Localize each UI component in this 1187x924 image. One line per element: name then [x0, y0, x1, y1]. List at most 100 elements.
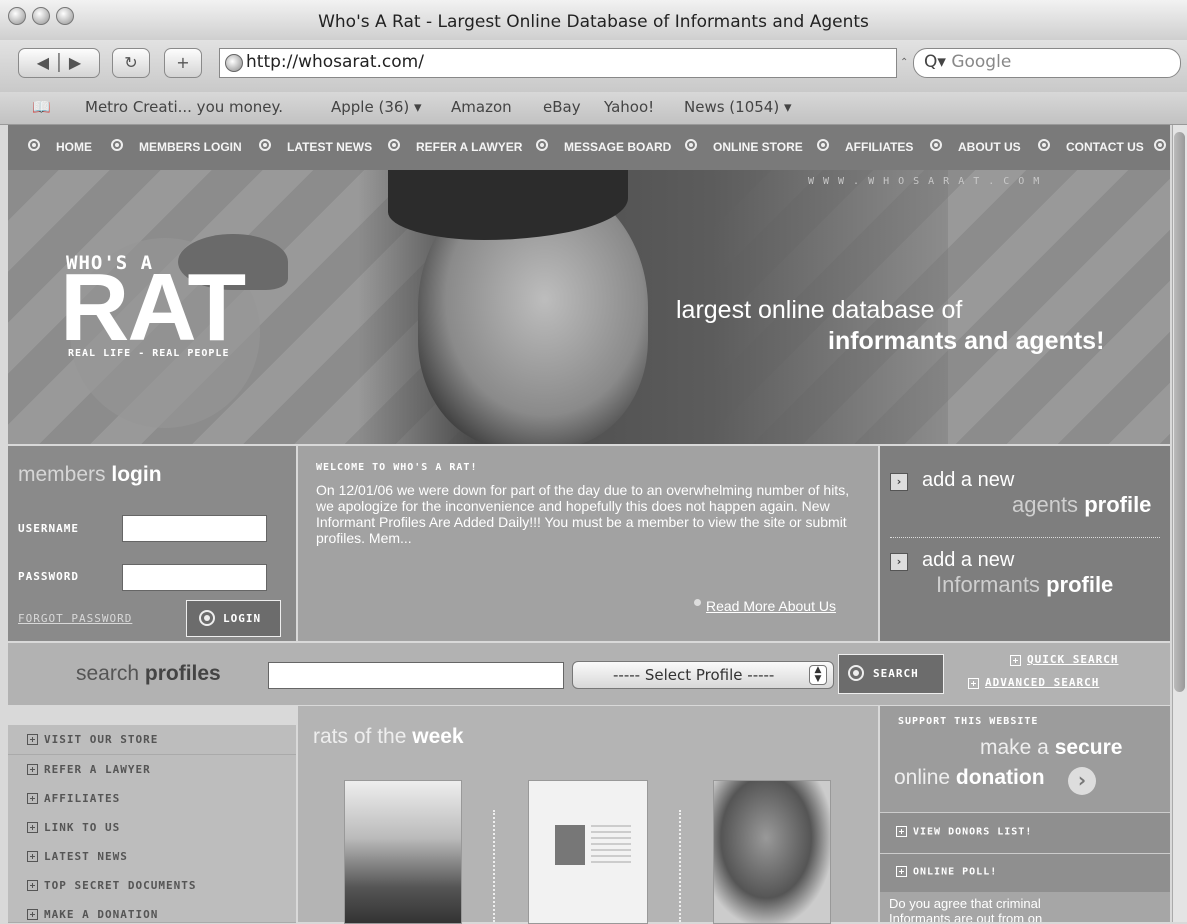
add-profile-divider [890, 537, 1160, 538]
username-input[interactable] [122, 515, 267, 542]
sidebar-link-latest-news[interactable]: LATEST NEWS [8, 842, 296, 872]
advanced-search-label: ADVANCED SEARCH [985, 676, 1100, 689]
rats-title-bold: week [412, 725, 464, 748]
login-title-bold: login [111, 463, 162, 486]
window-title: Who's A Rat - Largest Online Database of… [318, 12, 869, 32]
add-agent-line1[interactable]: add a new [922, 469, 1014, 492]
add-agent-light: agents [1012, 492, 1079, 517]
online-poll-link[interactable]: ONLINE POLL! [896, 866, 997, 878]
poll-question: Do you agree that criminal Informants ar… [889, 896, 1043, 922]
advanced-search-link[interactable]: ADVANCED SEARCH [968, 676, 1099, 689]
nav-members-login[interactable]: MEMBERS LOGIN [139, 140, 242, 154]
nav-online-store[interactable]: ONLINE STORE [713, 140, 803, 154]
sidebar-link-label: LINK TO US [44, 821, 121, 834]
forgot-password-link[interactable]: FORGOT PASSWORD [18, 612, 132, 625]
arrow-right-icon[interactable]: › [890, 473, 908, 491]
sidebar-link-top-secret[interactable]: TOP SECRET DOCUMENTS [8, 871, 296, 901]
search-button-label: SEARCH [873, 667, 919, 680]
sidebar-link-label: REFER A LAWYER [44, 763, 151, 776]
login-title-light: members [18, 463, 106, 486]
sidebar-link-label: LATEST NEWS [44, 850, 128, 863]
rats-divider [679, 810, 681, 922]
donate-arrow-icon[interactable]: › [1068, 767, 1096, 795]
plus-box-icon [27, 822, 38, 833]
bookmark-item[interactable]: eBay [543, 98, 581, 116]
donation-line2-bold: donation [955, 766, 1045, 789]
donation-line-1[interactable]: make a secure [980, 736, 1122, 760]
welcome-heading: WELCOME TO WHO'S A RAT! [316, 462, 478, 473]
login-radio-icon [199, 610, 215, 626]
bookmark-item[interactable]: Apple (36) ▾ [331, 98, 422, 116]
nav-message-board[interactable]: MESSAGE BOARD [564, 140, 671, 154]
login-title: members login [18, 463, 162, 487]
online-poll-label: ONLINE POLL! [913, 866, 998, 878]
rat-photo-3[interactable] [713, 780, 831, 924]
donation-line-2[interactable]: online donation [894, 766, 1045, 790]
back-forward-button[interactable]: ◀ │ ▶ [18, 48, 100, 78]
search-magnifier-icon[interactable]: Q▾ [924, 52, 946, 72]
profile-type-select[interactable]: ----- Select Profile ----- ▲ ▼ [572, 661, 834, 689]
rats-title: rats of the week [313, 725, 464, 749]
sidebar-link-label: VISIT OUR STORE [44, 733, 159, 746]
logo-subtitle: REAL LIFE - REAL PEOPLE [68, 348, 230, 359]
forward-arrow-icon[interactable]: ▶ [69, 53, 81, 72]
profile-select-value: ----- Select Profile ----- [613, 666, 775, 684]
sidebar-link-make-donation[interactable]: MAKE A DONATION [8, 900, 296, 923]
search-profiles-title: search profiles [76, 662, 221, 686]
add-agent-profile-link[interactable]: agents profile [1012, 492, 1151, 518]
support-heading: SUPPORT THIS WEBSITE [898, 716, 1039, 727]
nav-latest-news[interactable]: LATEST NEWS [287, 140, 372, 154]
password-input[interactable] [122, 564, 267, 591]
read-more-link[interactable]: Read More About Us [706, 598, 836, 614]
nav-bullet-icon [930, 139, 942, 151]
sidebar-link-link-to-us[interactable]: LINK TO US [8, 813, 296, 843]
reload-button[interactable]: ↻ [112, 48, 150, 78]
nav-home[interactable]: HOME [56, 140, 92, 154]
nav-bullet-icon [685, 139, 697, 151]
document-text-lines [591, 825, 631, 865]
plus-box-icon [968, 677, 979, 689]
donors-list-link[interactable]: VIEW DONORS LIST! [896, 826, 1032, 838]
rat-photo-1[interactable] [344, 780, 462, 924]
bookmark-item[interactable]: Metro Creati... you money. [85, 98, 283, 116]
password-label: PASSWORD [18, 570, 79, 583]
bookmark-item[interactable]: Yahoo! [604, 98, 654, 116]
add-informant-light: Informants [936, 572, 1040, 597]
address-url[interactable]: http://whosarat.com/ [246, 52, 424, 72]
rat-document-2[interactable] [528, 780, 648, 924]
banner-tagline-1: largest online database of [676, 296, 963, 324]
search-profiles-input[interactable] [268, 662, 564, 689]
donors-list-label: VIEW DONORS LIST! [913, 826, 1033, 838]
add-bookmark-button[interactable]: + [164, 48, 202, 78]
bookmark-item[interactable]: News (1054) ▾ [684, 98, 791, 116]
add-informant-line1[interactable]: add a new [922, 549, 1014, 572]
rss-arrow-icon: ⌃ [900, 57, 909, 68]
bookmarks-book-icon[interactable]: 📖 [32, 98, 51, 116]
nav-contact-us[interactable]: CONTACT US [1066, 140, 1144, 154]
search-button[interactable]: SEARCH [838, 654, 944, 694]
plus-box-icon [27, 909, 38, 920]
back-arrow-icon[interactable]: ◀ [37, 53, 49, 72]
nav-bullet-icon [28, 139, 40, 151]
banner-tagline-2: informants and agents! [828, 327, 1105, 355]
add-informant-profile-link[interactable]: Informants profile [936, 572, 1113, 598]
plus-icon: + [176, 53, 190, 72]
plus-box-icon [1010, 654, 1021, 666]
login-button[interactable]: LOGIN [186, 600, 281, 637]
sidebar-link-visit-store[interactable]: VISIT OUR STORE [8, 725, 296, 755]
sidebar-link-label: TOP SECRET DOCUMENTS [44, 879, 197, 892]
nav-about-us[interactable]: ABOUT US [958, 140, 1021, 154]
sidebar-link-label: AFFILIATES [44, 792, 121, 805]
quick-search-link[interactable]: QUICK SEARCH [1010, 653, 1118, 666]
browser-search-placeholder: Google [951, 52, 1012, 72]
sidebar-link-refer-lawyer[interactable]: REFER A LAWYER [8, 755, 296, 785]
nav-affiliates[interactable]: AFFILIATES [845, 140, 913, 154]
nav-refer-a-lawyer[interactable]: REFER A LAWYER [416, 140, 522, 154]
sidebar-link-affiliates[interactable]: AFFILIATES [8, 784, 296, 814]
scrollbar-thumb[interactable] [1174, 132, 1185, 692]
arrow-right-icon[interactable]: › [890, 553, 908, 571]
donation-line1-bold: secure [1054, 736, 1123, 759]
browser-search-placeholder-wrap: Q▾ Google [924, 52, 1011, 72]
hero-banner: WHO'S A RAT REAL LIFE - REAL PEOPLE WWW.… [8, 170, 1170, 444]
bookmark-item[interactable]: Amazon [451, 98, 512, 116]
